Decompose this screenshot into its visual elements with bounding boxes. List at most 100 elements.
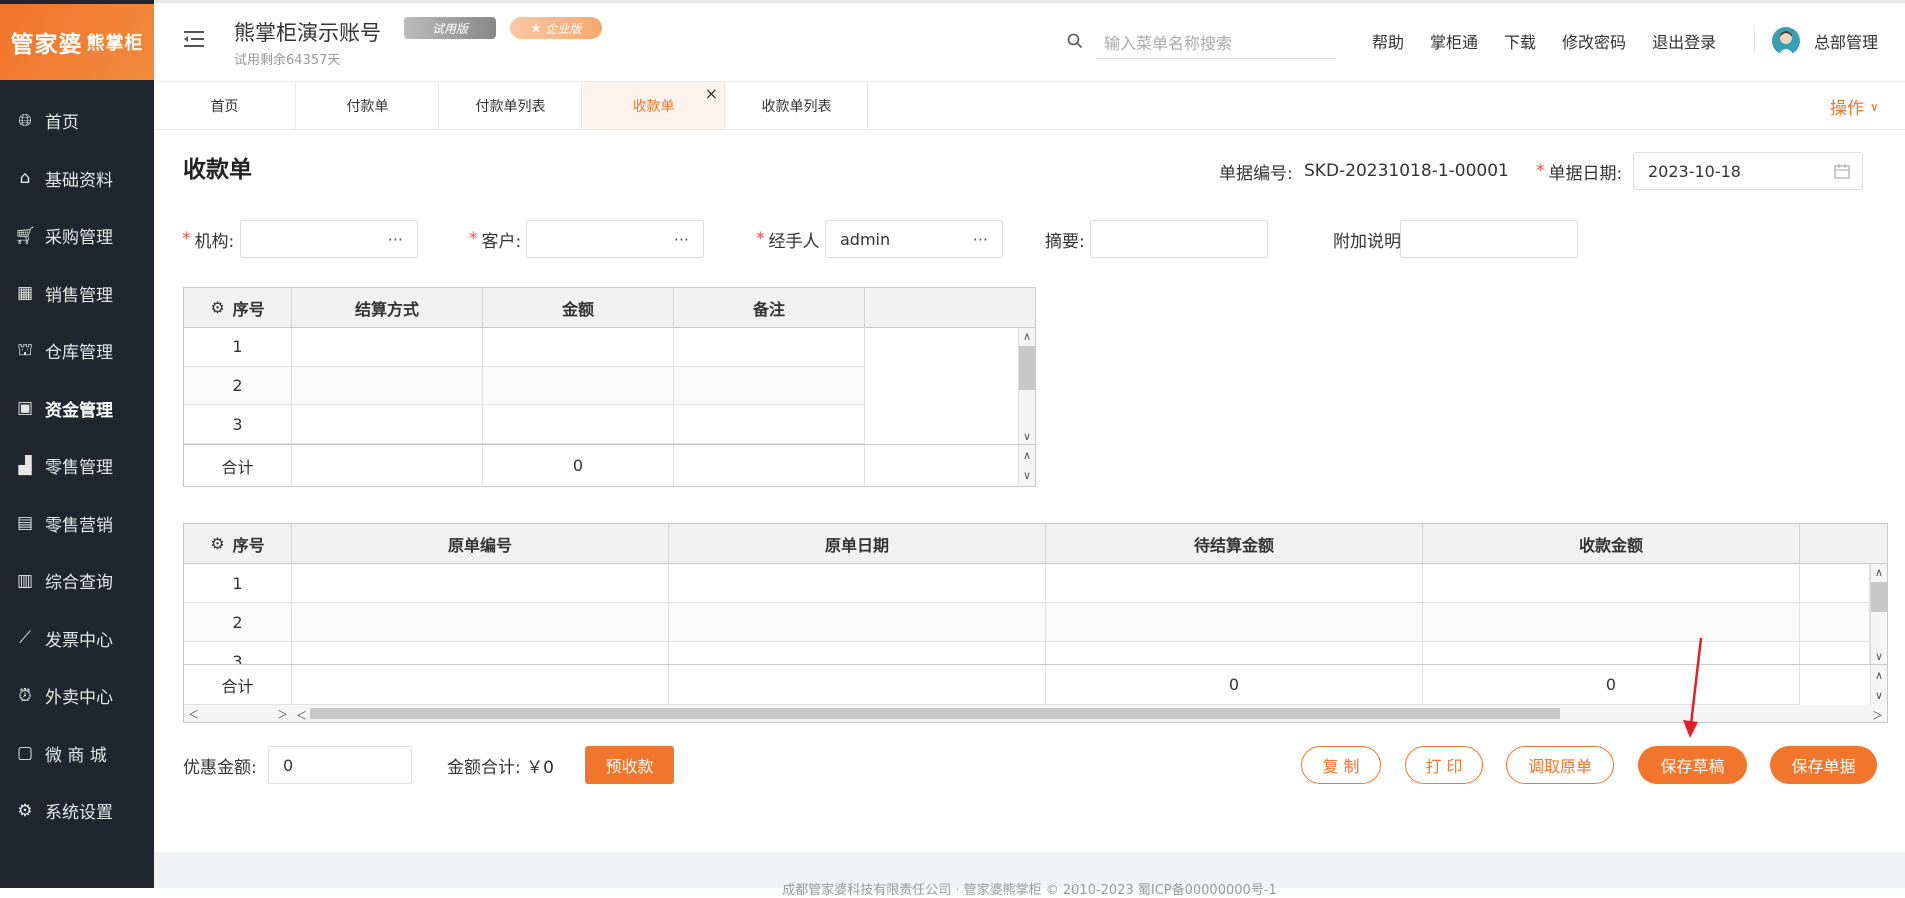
save-doc-button[interactable]: 保存单据 (1770, 746, 1877, 784)
sidebar-item-8[interactable]: ▥ 综合查询 (0, 552, 154, 609)
more-icon[interactable]: ··· (973, 230, 988, 249)
org-input[interactable]: ··· (240, 220, 418, 258)
logout-link[interactable]: 退出登录 (1652, 29, 1716, 53)
scroll-down-icon[interactable]: ∨ (1871, 648, 1887, 664)
change-password-link[interactable]: 修改密码 (1562, 29, 1626, 53)
more-icon[interactable]: ··· (388, 230, 403, 249)
table-cell[interactable] (669, 603, 1046, 642)
tab-2[interactable]: 付款单列表 (440, 82, 582, 129)
vertical-scrollbar[interactable]: ∧ ∨ (1018, 328, 1035, 444)
menu-toggle-icon[interactable] (184, 29, 206, 49)
copy-button[interactable]: 复 制 (1301, 746, 1381, 784)
tab-0[interactable]: 首页 (154, 82, 296, 129)
sidebar-item-0[interactable]: 🌐︎ 首页 (0, 92, 154, 149)
summary-input[interactable] (1090, 220, 1268, 258)
horizontal-scrollbar[interactable]: ＜ ＞ (292, 705, 1887, 722)
download-link[interactable]: 下载 (1504, 29, 1536, 53)
fixed-col-scrollbar[interactable]: ＜＞ (184, 705, 292, 722)
table-cell[interactable] (292, 405, 483, 445)
tab-4[interactable]: 收款单列表 (726, 82, 868, 129)
sidebar-item-7[interactable]: ▤ 零售营销 (0, 495, 154, 552)
scroll-thumb[interactable] (1019, 346, 1035, 390)
table-cell[interactable] (483, 366, 674, 406)
scroll-up-icon[interactable]: ∧ (1019, 445, 1035, 465)
table-cell[interactable] (292, 328, 483, 367)
table-header-remark[interactable]: 备注 (674, 288, 865, 328)
help-link[interactable]: 帮助 (1372, 29, 1404, 53)
scroll-left-icon[interactable]: ＜ (296, 707, 307, 723)
table-cell[interactable] (292, 564, 669, 603)
table-header-receipt[interactable]: 收款金额 (1423, 524, 1800, 564)
menu-search-input[interactable]: 输入菜单名称搜索 (1096, 25, 1336, 59)
table-cell[interactable] (1800, 603, 1870, 642)
vertical-scrollbar[interactable]: ∧ ∨ (1870, 564, 1887, 664)
table-cell[interactable] (669, 564, 1046, 603)
tab-3[interactable]: 收款单 × (583, 82, 725, 129)
scroll-down-icon[interactable]: ∨ (1019, 465, 1035, 485)
table-cell[interactable] (674, 328, 865, 367)
table-cell[interactable] (1423, 642, 1800, 664)
discount-input[interactable]: 0 (268, 746, 412, 784)
note-input[interactable] (1400, 220, 1578, 258)
scroll-up-icon[interactable]: ∧ (1871, 665, 1887, 685)
sidebar-item-12[interactable]: ⚙ 系统设置 (0, 782, 154, 839)
table-cell[interactable] (1423, 564, 1800, 603)
total-scrollbar[interactable]: ∧ ∨ (1018, 445, 1035, 486)
scroll-thumb[interactable] (310, 708, 1560, 719)
avatar[interactable] (1772, 27, 1800, 55)
table-header-src-no[interactable]: 原单编号 (292, 524, 669, 564)
table-cell[interactable] (1800, 642, 1870, 664)
calendar-icon[interactable] (1834, 164, 1850, 183)
scroll-down-icon[interactable]: ∨ (1019, 428, 1035, 444)
prepay-button[interactable]: 预收款 (585, 746, 674, 784)
operations-dropdown[interactable]: 操作 ∨ (1830, 94, 1879, 119)
sidebar-item-11[interactable]: ▢ 微 商 城 (0, 725, 154, 782)
handler-input[interactable]: admin ··· (825, 220, 1003, 258)
sidebar-item-5[interactable]: ▣ 资金管理 (0, 380, 154, 437)
scroll-up-icon[interactable]: ∧ (1871, 564, 1887, 580)
table-cell[interactable] (483, 405, 674, 445)
user-name[interactable]: 总部管理 (1814, 29, 1878, 53)
table-header-settlement[interactable]: 结算方式 (292, 288, 483, 328)
table-header-seq[interactable]: ⚙ 序号 (184, 288, 292, 328)
table-cell[interactable] (1800, 564, 1870, 603)
sidebar-item-10[interactable]: ⏰︎ 外卖中心 (0, 667, 154, 724)
table-header-src-date[interactable]: 原单日期 (669, 524, 1046, 564)
total-scrollbar[interactable]: ∧ ∨ (1870, 665, 1887, 705)
table-header-amount[interactable]: 金额 (483, 288, 674, 328)
table-cell[interactable] (292, 366, 483, 406)
sidebar-item-9[interactable]: ⟋ 发票中心 (0, 610, 154, 667)
doc-date-input[interactable]: 2023-10-18 (1633, 152, 1863, 190)
customer-input[interactable]: ··· (526, 220, 704, 258)
sidebar-item-1[interactable]: ⌂ 基础资料 (0, 150, 154, 207)
scroll-left-icon[interactable]: ＜ (188, 705, 199, 722)
brand-logo[interactable]: 管家婆 熊掌柜 (0, 4, 154, 80)
gear-icon[interactable]: ⚙ (210, 298, 224, 317)
table-cell[interactable] (292, 603, 669, 642)
table-cell[interactable] (1046, 642, 1423, 664)
save-draft-button[interactable]: 保存草稿 (1638, 746, 1747, 784)
scroll-thumb[interactable] (1871, 582, 1887, 612)
sidebar-item-3[interactable]: ▦ 销售管理 (0, 265, 154, 322)
table-cell[interactable] (1046, 603, 1423, 642)
sidebar-item-4[interactable]: ⛫ 仓库管理 (0, 322, 154, 379)
table-cell[interactable] (292, 642, 669, 664)
tab-1[interactable]: 付款单 (297, 82, 439, 129)
table-cell[interactable] (674, 366, 865, 406)
search-icon[interactable] (1067, 33, 1083, 53)
fetch-source-button[interactable]: 调取原单 (1506, 746, 1614, 784)
table-header-seq[interactable]: ⚙ 序号 (184, 524, 292, 564)
print-button[interactable]: 打 印 (1405, 746, 1483, 784)
zhangguitong-link[interactable]: 掌柜通 (1430, 29, 1478, 53)
table-cell[interactable] (669, 642, 1046, 664)
scroll-right-icon[interactable]: ＞ (277, 705, 288, 722)
scroll-down-icon[interactable]: ∨ (1871, 685, 1887, 705)
table-cell[interactable] (674, 405, 865, 445)
table-cell[interactable] (1046, 564, 1423, 603)
sidebar-item-2[interactable]: 🛒︎ 采购管理 (0, 207, 154, 264)
table-cell[interactable] (1423, 603, 1800, 642)
table-header-pending[interactable]: 待结算金额 (1046, 524, 1423, 564)
scroll-right-icon[interactable]: ＞ (1872, 707, 1883, 723)
close-icon[interactable]: × (705, 84, 718, 103)
gear-icon[interactable]: ⚙ (210, 534, 224, 553)
